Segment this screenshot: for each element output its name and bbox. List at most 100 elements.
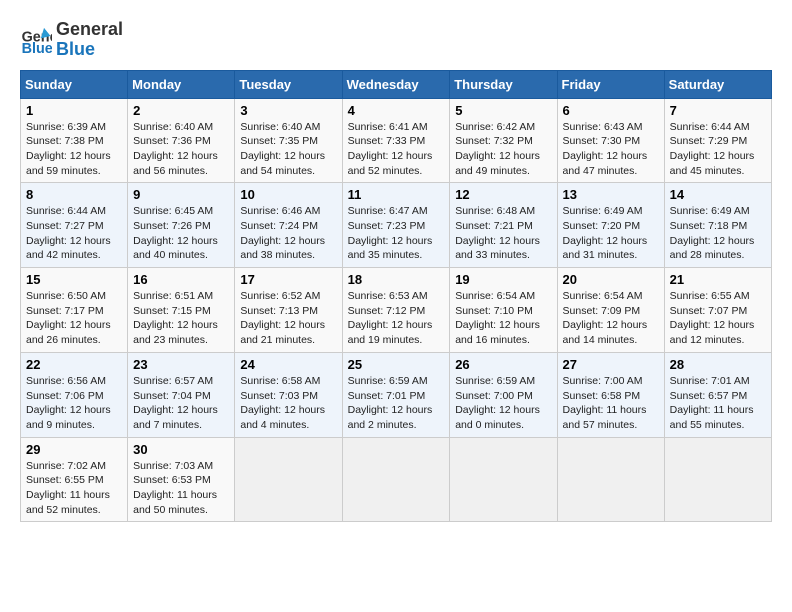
calendar-cell: 10 Sunrise: 6:46 AMSunset: 7:24 PMDaylig… xyxy=(235,183,342,268)
calendar-cell: 7 Sunrise: 6:44 AMSunset: 7:29 PMDayligh… xyxy=(664,98,771,183)
header-tuesday: Tuesday xyxy=(235,70,342,98)
header-thursday: Thursday xyxy=(450,70,557,98)
day-number: 5 xyxy=(455,103,551,118)
day-number: 23 xyxy=(133,357,229,372)
calendar-cell: 19 Sunrise: 6:54 AMSunset: 7:10 PMDaylig… xyxy=(450,268,557,353)
day-info: Sunrise: 6:55 AMSunset: 7:07 PMDaylight:… xyxy=(670,289,766,348)
header-wednesday: Wednesday xyxy=(342,70,450,98)
calendar-cell: 13 Sunrise: 6:49 AMSunset: 7:20 PMDaylig… xyxy=(557,183,664,268)
day-number: 11 xyxy=(348,187,445,202)
day-info: Sunrise: 6:49 AMSunset: 7:20 PMDaylight:… xyxy=(563,204,659,263)
day-info: Sunrise: 6:45 AMSunset: 7:26 PMDaylight:… xyxy=(133,204,229,263)
day-info: Sunrise: 6:41 AMSunset: 7:33 PMDaylight:… xyxy=(348,120,445,179)
calendar-cell: 16 Sunrise: 6:51 AMSunset: 7:15 PMDaylig… xyxy=(128,268,235,353)
day-number: 29 xyxy=(26,442,122,457)
day-info: Sunrise: 7:02 AMSunset: 6:55 PMDaylight:… xyxy=(26,459,122,518)
calendar-week-row: 22 Sunrise: 6:56 AMSunset: 7:06 PMDaylig… xyxy=(21,352,772,437)
calendar-week-row: 1 Sunrise: 6:39 AMSunset: 7:38 PMDayligh… xyxy=(21,98,772,183)
day-number: 17 xyxy=(240,272,336,287)
calendar-cell: 29 Sunrise: 7:02 AMSunset: 6:55 PMDaylig… xyxy=(21,437,128,522)
calendar-week-row: 15 Sunrise: 6:50 AMSunset: 7:17 PMDaylig… xyxy=(21,268,772,353)
day-info: Sunrise: 6:59 AMSunset: 7:00 PMDaylight:… xyxy=(455,374,551,433)
day-number: 22 xyxy=(26,357,122,372)
day-number: 15 xyxy=(26,272,122,287)
calendar-cell: 30 Sunrise: 7:03 AMSunset: 6:53 PMDaylig… xyxy=(128,437,235,522)
day-number: 27 xyxy=(563,357,659,372)
day-number: 20 xyxy=(563,272,659,287)
day-info: Sunrise: 6:56 AMSunset: 7:06 PMDaylight:… xyxy=(26,374,122,433)
calendar-cell: 25 Sunrise: 6:59 AMSunset: 7:01 PMDaylig… xyxy=(342,352,450,437)
header-saturday: Saturday xyxy=(664,70,771,98)
calendar-cell xyxy=(557,437,664,522)
day-number: 4 xyxy=(348,103,445,118)
day-info: Sunrise: 6:54 AMSunset: 7:09 PMDaylight:… xyxy=(563,289,659,348)
calendar-cell: 6 Sunrise: 6:43 AMSunset: 7:30 PMDayligh… xyxy=(557,98,664,183)
day-number: 28 xyxy=(670,357,766,372)
day-info: Sunrise: 7:03 AMSunset: 6:53 PMDaylight:… xyxy=(133,459,229,518)
day-info: Sunrise: 6:59 AMSunset: 7:01 PMDaylight:… xyxy=(348,374,445,433)
calendar-cell: 17 Sunrise: 6:52 AMSunset: 7:13 PMDaylig… xyxy=(235,268,342,353)
header-monday: Monday xyxy=(128,70,235,98)
day-number: 3 xyxy=(240,103,336,118)
header-sunday: Sunday xyxy=(21,70,128,98)
calendar-cell: 26 Sunrise: 6:59 AMSunset: 7:00 PMDaylig… xyxy=(450,352,557,437)
calendar-cell: 20 Sunrise: 6:54 AMSunset: 7:09 PMDaylig… xyxy=(557,268,664,353)
calendar-week-row: 29 Sunrise: 7:02 AMSunset: 6:55 PMDaylig… xyxy=(21,437,772,522)
logo-icon: General Blue xyxy=(20,24,52,56)
calendar-cell: 5 Sunrise: 6:42 AMSunset: 7:32 PMDayligh… xyxy=(450,98,557,183)
day-info: Sunrise: 6:48 AMSunset: 7:21 PMDaylight:… xyxy=(455,204,551,263)
day-number: 7 xyxy=(670,103,766,118)
calendar-cell: 14 Sunrise: 6:49 AMSunset: 7:18 PMDaylig… xyxy=(664,183,771,268)
day-number: 10 xyxy=(240,187,336,202)
weekday-header-row: Sunday Monday Tuesday Wednesday Thursday… xyxy=(21,70,772,98)
day-number: 6 xyxy=(563,103,659,118)
calendar-cell: 1 Sunrise: 6:39 AMSunset: 7:38 PMDayligh… xyxy=(21,98,128,183)
calendar-cell: 12 Sunrise: 6:48 AMSunset: 7:21 PMDaylig… xyxy=(450,183,557,268)
day-info: Sunrise: 6:58 AMSunset: 7:03 PMDaylight:… xyxy=(240,374,336,433)
svg-text:Blue: Blue xyxy=(22,41,52,56)
calendar-cell xyxy=(342,437,450,522)
day-info: Sunrise: 6:39 AMSunset: 7:38 PMDaylight:… xyxy=(26,120,122,179)
logo: General Blue General Blue xyxy=(20,20,123,60)
calendar-cell: 11 Sunrise: 6:47 AMSunset: 7:23 PMDaylig… xyxy=(342,183,450,268)
day-number: 2 xyxy=(133,103,229,118)
day-info: Sunrise: 7:01 AMSunset: 6:57 PMDaylight:… xyxy=(670,374,766,433)
logo-general: General xyxy=(56,20,123,40)
day-info: Sunrise: 6:52 AMSunset: 7:13 PMDaylight:… xyxy=(240,289,336,348)
calendar-week-row: 8 Sunrise: 6:44 AMSunset: 7:27 PMDayligh… xyxy=(21,183,772,268)
day-info: Sunrise: 6:51 AMSunset: 7:15 PMDaylight:… xyxy=(133,289,229,348)
calendar-cell: 21 Sunrise: 6:55 AMSunset: 7:07 PMDaylig… xyxy=(664,268,771,353)
day-number: 12 xyxy=(455,187,551,202)
day-number: 14 xyxy=(670,187,766,202)
day-number: 25 xyxy=(348,357,445,372)
day-number: 16 xyxy=(133,272,229,287)
day-info: Sunrise: 6:50 AMSunset: 7:17 PMDaylight:… xyxy=(26,289,122,348)
day-number: 8 xyxy=(26,187,122,202)
logo-blue: Blue xyxy=(56,40,123,60)
day-number: 30 xyxy=(133,442,229,457)
day-info: Sunrise: 6:54 AMSunset: 7:10 PMDaylight:… xyxy=(455,289,551,348)
day-info: Sunrise: 6:46 AMSunset: 7:24 PMDaylight:… xyxy=(240,204,336,263)
day-number: 19 xyxy=(455,272,551,287)
day-info: Sunrise: 6:43 AMSunset: 7:30 PMDaylight:… xyxy=(563,120,659,179)
day-info: Sunrise: 6:53 AMSunset: 7:12 PMDaylight:… xyxy=(348,289,445,348)
calendar-cell: 24 Sunrise: 6:58 AMSunset: 7:03 PMDaylig… xyxy=(235,352,342,437)
day-info: Sunrise: 6:44 AMSunset: 7:29 PMDaylight:… xyxy=(670,120,766,179)
day-info: Sunrise: 6:44 AMSunset: 7:27 PMDaylight:… xyxy=(26,204,122,263)
calendar-table: Sunday Monday Tuesday Wednesday Thursday… xyxy=(20,70,772,523)
day-number: 24 xyxy=(240,357,336,372)
calendar-cell xyxy=(450,437,557,522)
calendar-cell: 18 Sunrise: 6:53 AMSunset: 7:12 PMDaylig… xyxy=(342,268,450,353)
day-number: 18 xyxy=(348,272,445,287)
day-number: 21 xyxy=(670,272,766,287)
calendar-cell: 27 Sunrise: 7:00 AMSunset: 6:58 PMDaylig… xyxy=(557,352,664,437)
calendar-cell: 2 Sunrise: 6:40 AMSunset: 7:36 PMDayligh… xyxy=(128,98,235,183)
calendar-cell: 9 Sunrise: 6:45 AMSunset: 7:26 PMDayligh… xyxy=(128,183,235,268)
day-number: 9 xyxy=(133,187,229,202)
header-friday: Friday xyxy=(557,70,664,98)
day-number: 1 xyxy=(26,103,122,118)
calendar-cell: 28 Sunrise: 7:01 AMSunset: 6:57 PMDaylig… xyxy=(664,352,771,437)
calendar-cell: 22 Sunrise: 6:56 AMSunset: 7:06 PMDaylig… xyxy=(21,352,128,437)
calendar-cell: 15 Sunrise: 6:50 AMSunset: 7:17 PMDaylig… xyxy=(21,268,128,353)
day-info: Sunrise: 6:57 AMSunset: 7:04 PMDaylight:… xyxy=(133,374,229,433)
